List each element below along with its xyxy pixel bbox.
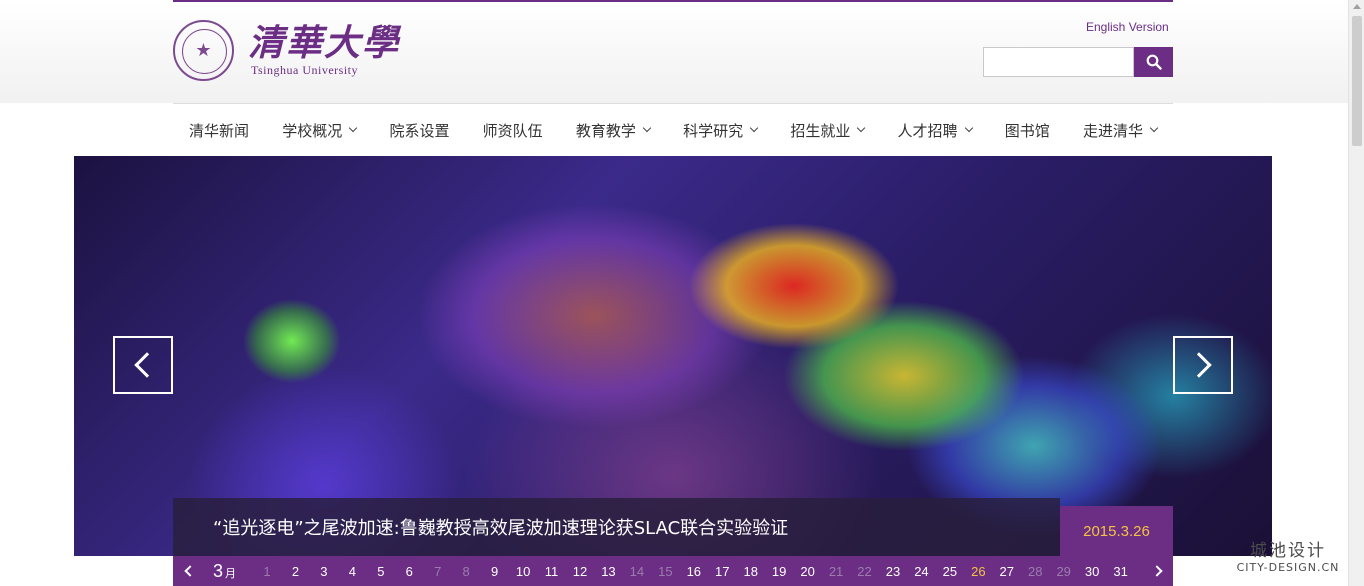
calendar-day[interactable]: 30 — [1078, 564, 1106, 579]
chevron-down-icon — [348, 123, 358, 133]
nav-item-library[interactable]: 图书馆 — [1005, 120, 1050, 141]
calendar-day[interactable]: 28 — [1021, 564, 1049, 579]
calendar-day[interactable]: 29 — [1050, 564, 1078, 579]
english-version-link[interactable]: English Version — [1086, 20, 1169, 34]
calendar-day[interactable]: 21 — [822, 564, 850, 579]
chevron-right-icon — [1186, 352, 1212, 378]
calendar-day[interactable]: 3 — [310, 564, 338, 579]
nav-label: 科学研究 — [683, 121, 744, 140]
calendar-day[interactable]: 19 — [765, 564, 793, 579]
month-number: 3 — [213, 560, 224, 581]
chevron-right-icon — [1150, 565, 1163, 577]
calendar-day[interactable]: 22 — [851, 564, 879, 579]
watermark-en: CITY-DESIGN.CN — [1236, 561, 1340, 574]
university-seal-icon — [173, 20, 234, 81]
nav-item-about[interactable]: 学校概况 — [282, 120, 358, 141]
chevron-left-icon — [134, 352, 160, 378]
calendar-days: 1 2 3 4 5 6 7 8 9 10 11 12 13 14 15 16 17 18 19 20 21 22 23 24 2… — [253, 564, 1143, 579]
calendar-day[interactable]: 27 — [993, 564, 1021, 579]
calendar-day[interactable]: 8 — [452, 564, 480, 579]
slide-next-button[interactable] — [1173, 336, 1233, 394]
slide-date: 2015.3.26 — [1060, 506, 1173, 556]
nav-label: 走进清华 — [1082, 121, 1143, 140]
calendar-day[interactable]: 1 — [253, 564, 281, 579]
search-button[interactable] — [1134, 47, 1173, 77]
main-nav: 清华新闻 学校概况 院系设置 师资队伍 教育教学 科学研究 招生就业 人才招聘 … — [173, 104, 1173, 156]
calendar-next-button[interactable] — [1143, 556, 1173, 586]
nav-label: 清华新闻 — [189, 121, 250, 140]
logo-text: 清華大學 Tsinghua University — [248, 23, 400, 78]
scroll-up-icon[interactable] — [1353, 4, 1361, 9]
nav-item-research[interactable]: 科学研究 — [683, 120, 759, 141]
nav-label: 师资队伍 — [482, 121, 543, 140]
site-logo[interactable]: 清華大學 Tsinghua University — [173, 20, 400, 81]
calendar-day[interactable]: 31 — [1107, 564, 1135, 579]
calendar-month: 3月 — [203, 561, 253, 582]
chevron-left-icon — [183, 565, 196, 577]
calendar-day[interactable]: 25 — [936, 564, 964, 579]
nav-item-visit[interactable]: 走进清华 — [1082, 120, 1159, 141]
search-icon — [1146, 54, 1162, 70]
nav-label: 图书馆 — [1004, 121, 1050, 140]
nav-label: 人才招聘 — [897, 121, 958, 140]
calendar-day[interactable]: 24 — [907, 564, 935, 579]
slide-caption[interactable]: “追光逐电”之尾波加速:鲁巍教授高效尾波加速理论获SLAC联合实验验证 — [173, 498, 1060, 556]
chevron-down-icon — [857, 123, 866, 133]
nav-item-departments[interactable]: 院系设置 — [389, 120, 449, 141]
date-calendar-bar: 3月 1 2 3 4 5 6 7 8 9 10 11 12 13 14 15 16 17 18 19 20 21 22 23… — [173, 556, 1173, 586]
chevron-down-icon — [642, 123, 652, 133]
chevron-down-icon — [964, 123, 973, 133]
calendar-prev-button[interactable] — [173, 556, 203, 586]
nav-label: 招生就业 — [790, 121, 851, 140]
calendar-day[interactable]: 9 — [481, 564, 509, 579]
nav-item-news[interactable]: 清华新闻 — [189, 120, 249, 141]
nav-item-faculty[interactable]: 师资队伍 — [483, 120, 543, 141]
nav-item-education[interactable]: 教育教学 — [575, 120, 652, 141]
page-scrollbar[interactable] — [1348, 0, 1364, 586]
nav-label: 教育教学 — [575, 121, 636, 140]
calendar-day[interactable]: 15 — [651, 564, 679, 579]
calendar-day[interactable]: 12 — [566, 564, 594, 579]
calendar-day[interactable]: 10 — [509, 564, 537, 579]
calendar-day[interactable]: 20 — [794, 564, 822, 579]
calendar-day[interactable]: 7 — [424, 564, 452, 579]
hero-slide-image[interactable] — [74, 156, 1272, 556]
calendar-day[interactable]: 26 — [964, 564, 992, 579]
calendar-day[interactable]: 23 — [879, 564, 907, 579]
search-box — [983, 47, 1173, 77]
nav-item-admissions[interactable]: 招生就业 — [790, 120, 866, 141]
calendar-day[interactable]: 5 — [367, 564, 395, 579]
watermark-cn: 城池设计 — [1250, 541, 1326, 561]
calendar-day[interactable]: 11 — [538, 564, 566, 579]
slide-caption-text: “追光逐电”之尾波加速:鲁巍教授高效尾波加速理论获SLAC联合实验验证 — [213, 518, 789, 539]
calendar-day[interactable]: 2 — [281, 564, 309, 579]
calendar-day[interactable]: 16 — [680, 564, 708, 579]
search-input[interactable] — [983, 47, 1134, 77]
nav-label: 院系设置 — [389, 121, 450, 140]
calendar-day[interactable]: 6 — [395, 564, 423, 579]
nav-item-recruitment[interactable]: 人才招聘 — [897, 120, 973, 141]
calendar-day[interactable]: 13 — [594, 564, 622, 579]
chevron-down-icon — [1149, 123, 1159, 133]
logo-chinese-name: 清華大學 — [248, 22, 401, 64]
nav-label: 学校概况 — [282, 121, 343, 140]
chevron-down-icon — [749, 123, 759, 133]
month-unit: 月 — [225, 567, 237, 580]
calendar-day[interactable]: 14 — [623, 564, 651, 579]
logo-english-name: Tsinghua University — [251, 63, 358, 77]
scrollbar-thumb[interactable] — [1352, 16, 1362, 146]
site-watermark: 城池设计 CITY-DESIGN.CN — [1234, 536, 1342, 574]
calendar-day[interactable]: 17 — [708, 564, 736, 579]
calendar-day[interactable]: 18 — [737, 564, 765, 579]
calendar-day[interactable]: 4 — [338, 564, 366, 579]
slide-prev-button[interactable] — [113, 336, 173, 394]
